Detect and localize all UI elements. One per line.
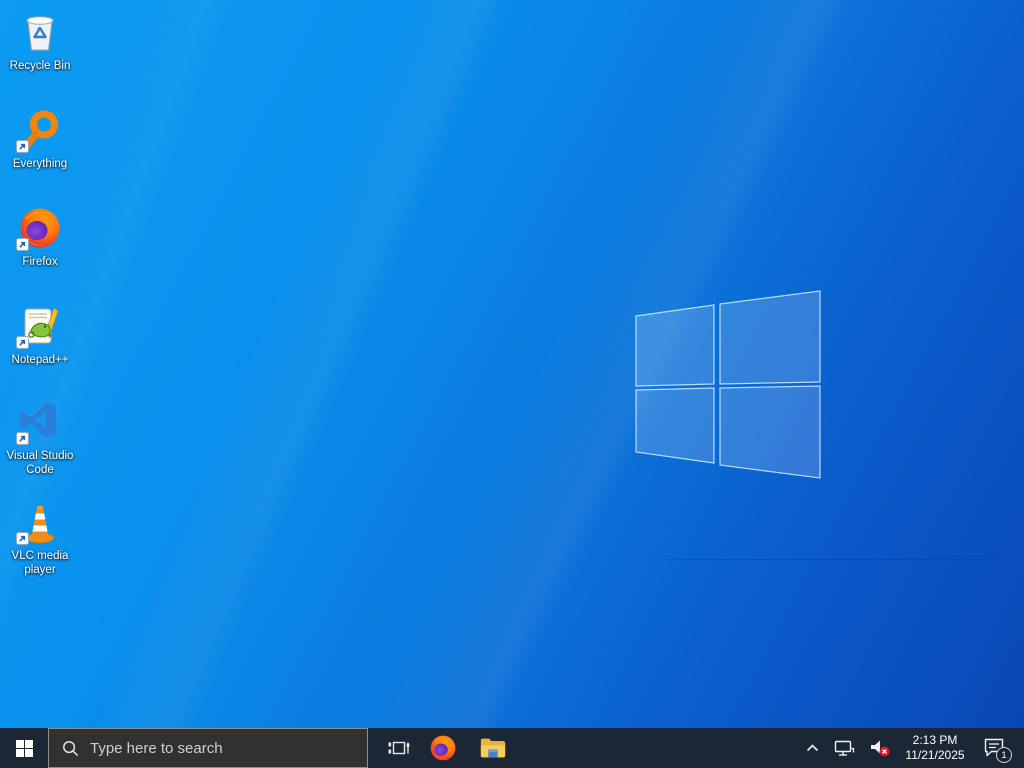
tray-overflow-button[interactable] xyxy=(800,728,825,768)
shortcut-arrow-icon xyxy=(16,238,29,251)
traffic-cone-icon xyxy=(16,500,62,545)
notepad-icon xyxy=(16,304,62,349)
system-tray: 2:13 PM 11/21/2025 1 xyxy=(800,728,1024,768)
wallpaper-windows-logo-icon xyxy=(635,290,821,479)
desktop-icon-everything[interactable]: Everything xyxy=(2,108,78,171)
taskbar-search[interactable] xyxy=(48,728,368,768)
taskbar-clock[interactable]: 2:13 PM 11/21/2025 xyxy=(900,731,970,765)
network-status-button[interactable] xyxy=(829,728,860,768)
desktop-icon-notepad-plus-plus[interactable]: Notepad++ xyxy=(2,304,78,367)
start-button[interactable] xyxy=(0,728,48,768)
desktop-icon-visual-studio-code[interactable]: Visual Studio Code xyxy=(2,400,78,477)
clock-date: 11/21/2025 xyxy=(905,748,965,762)
vscode-icon xyxy=(16,400,62,445)
taskbar: 2:13 PM 11/21/2025 1 xyxy=(0,728,1024,768)
network-icon xyxy=(834,740,855,756)
chevron-up-icon xyxy=(806,743,819,751)
firefox-icon xyxy=(430,735,456,761)
search-icon xyxy=(63,740,79,756)
task-view-icon xyxy=(388,741,410,755)
clock-time: 2:13 PM xyxy=(912,733,958,747)
folder-icon xyxy=(480,738,506,758)
desktop-icon-label: Recycle Bin xyxy=(9,60,71,72)
firefox-icon xyxy=(16,206,62,251)
volume-button[interactable] xyxy=(864,728,896,768)
task-view-button[interactable] xyxy=(377,728,421,768)
desktop-icon-label: Everything xyxy=(12,158,68,170)
recycle-bin-icon xyxy=(18,10,62,54)
windows-logo-icon xyxy=(15,739,33,757)
desktop-icon-label: Notepad++ xyxy=(11,354,69,366)
shortcut-arrow-icon xyxy=(16,432,29,445)
desktop-icon-label: VLC media player xyxy=(11,550,69,576)
shortcut-arrow-icon xyxy=(16,140,29,153)
desktop-icon-firefox[interactable]: Firefox xyxy=(2,206,78,269)
shortcut-arrow-icon xyxy=(16,532,29,545)
file-explorer-button[interactable] xyxy=(471,728,515,768)
action-center-button[interactable]: 1 xyxy=(974,728,1014,768)
orange-magnifier-icon xyxy=(16,108,62,153)
desktop-icon-vlc[interactable]: VLC media player xyxy=(2,500,78,577)
shortcut-arrow-icon xyxy=(16,336,29,349)
desktop-icon-label: Visual Studio Code xyxy=(6,450,74,476)
desktop-icon-label: Firefox xyxy=(22,256,58,268)
notification-count-badge: 1 xyxy=(996,747,1012,763)
volume-muted-icon xyxy=(871,740,890,757)
search-input[interactable] xyxy=(90,739,350,757)
wallpaper-streak xyxy=(646,559,1012,560)
desktop[interactable]: Recycle Bin Everything Firefox Notepad++… xyxy=(0,0,1024,728)
taskbar-firefox-button[interactable] xyxy=(421,728,465,768)
desktop-icon-recycle-bin[interactable]: Recycle Bin xyxy=(2,10,78,73)
